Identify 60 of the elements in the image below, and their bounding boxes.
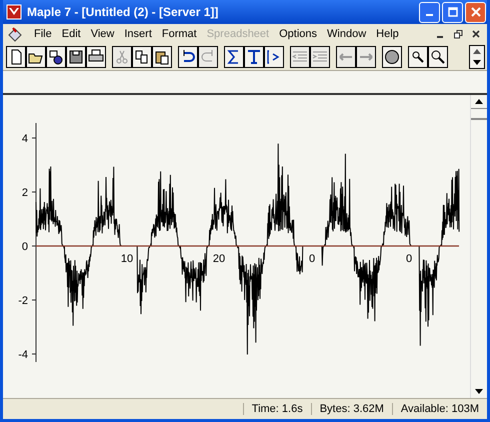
y-tick-label: 0 (22, 241, 28, 253)
x-tick-label: 0 (308, 253, 316, 265)
menu-item[interactable]: Help (371, 28, 404, 40)
toolbar-button[interactable] (408, 46, 428, 68)
toolbar-button[interactable] (132, 46, 152, 68)
restore-icon (454, 30, 462, 38)
window-title: Maple 7 - [Untitled (2) - [Server 1]] (27, 5, 220, 19)
status-text: Available: 103M (392, 403, 487, 415)
toolbar-button[interactable] (382, 46, 402, 68)
toolbar-scroll-control[interactable] (469, 45, 485, 69)
y-tick-label: -4 (18, 349, 28, 361)
maximize-button[interactable] (442, 2, 463, 22)
toolbar-button[interactable] (152, 46, 172, 68)
close-button[interactable] (465, 2, 486, 22)
app-logo-icon (6, 4, 22, 20)
minimize-icon (437, 36, 443, 38)
toolbar-button[interactable] (46, 46, 66, 68)
text-icon (246, 49, 262, 65)
minimize-button[interactable] (419, 2, 440, 22)
stop-icon (384, 49, 400, 65)
down-arrow-icon (475, 389, 483, 394)
save-icon (68, 49, 84, 65)
vertical-scrollbar[interactable] (470, 95, 487, 398)
scrollbar-thumb[interactable] (471, 108, 487, 120)
menu-item[interactable]: Options (274, 28, 322, 40)
minimize-icon (426, 14, 433, 16)
toolbar-button[interactable] (224, 46, 244, 68)
x-tick-label: 0 (406, 253, 412, 265)
menu-item[interactable]: View (86, 28, 120, 40)
status-text: Time: 1.6s (242, 403, 311, 415)
up-arrow-icon (475, 99, 483, 104)
toolbar-button[interactable] (6, 46, 26, 68)
toolbar-button[interactable] (86, 46, 106, 68)
menu-item[interactable]: Format (156, 28, 202, 40)
document-icon (7, 26, 23, 42)
y-tick-label: -2 (18, 295, 28, 307)
y-tick-label: 4 (22, 133, 28, 145)
down-arrow-icon (473, 60, 481, 65)
copy-icon (134, 49, 150, 65)
toolbar-button[interactable] (26, 46, 46, 68)
x-tick-label: 20 (212, 253, 226, 265)
menu-item[interactable]: Edit (56, 28, 86, 40)
up-arrow-icon (473, 49, 481, 54)
y-tick-label: 2 (22, 187, 28, 199)
toolbar-button[interactable] (428, 46, 448, 68)
toolbar-button[interactable] (244, 46, 264, 68)
cut-icon (114, 49, 130, 65)
menu-item[interactable]: Insert (119, 28, 157, 40)
x-tick-label: 10 (120, 253, 134, 265)
toolbar-button[interactable] (66, 46, 86, 68)
close-icon (470, 7, 480, 17)
toolbar-button[interactable] (264, 46, 284, 68)
toolbar-button[interactable] (178, 46, 198, 68)
maximize-icon (448, 7, 458, 17)
menu-item[interactable]: File (29, 28, 57, 40)
menu-item[interactable]: Window (322, 28, 372, 40)
prompt-icon (266, 49, 282, 65)
close-icon (472, 30, 480, 38)
status-text: Bytes: 3.62M (310, 403, 392, 415)
paste-icon (154, 49, 170, 65)
